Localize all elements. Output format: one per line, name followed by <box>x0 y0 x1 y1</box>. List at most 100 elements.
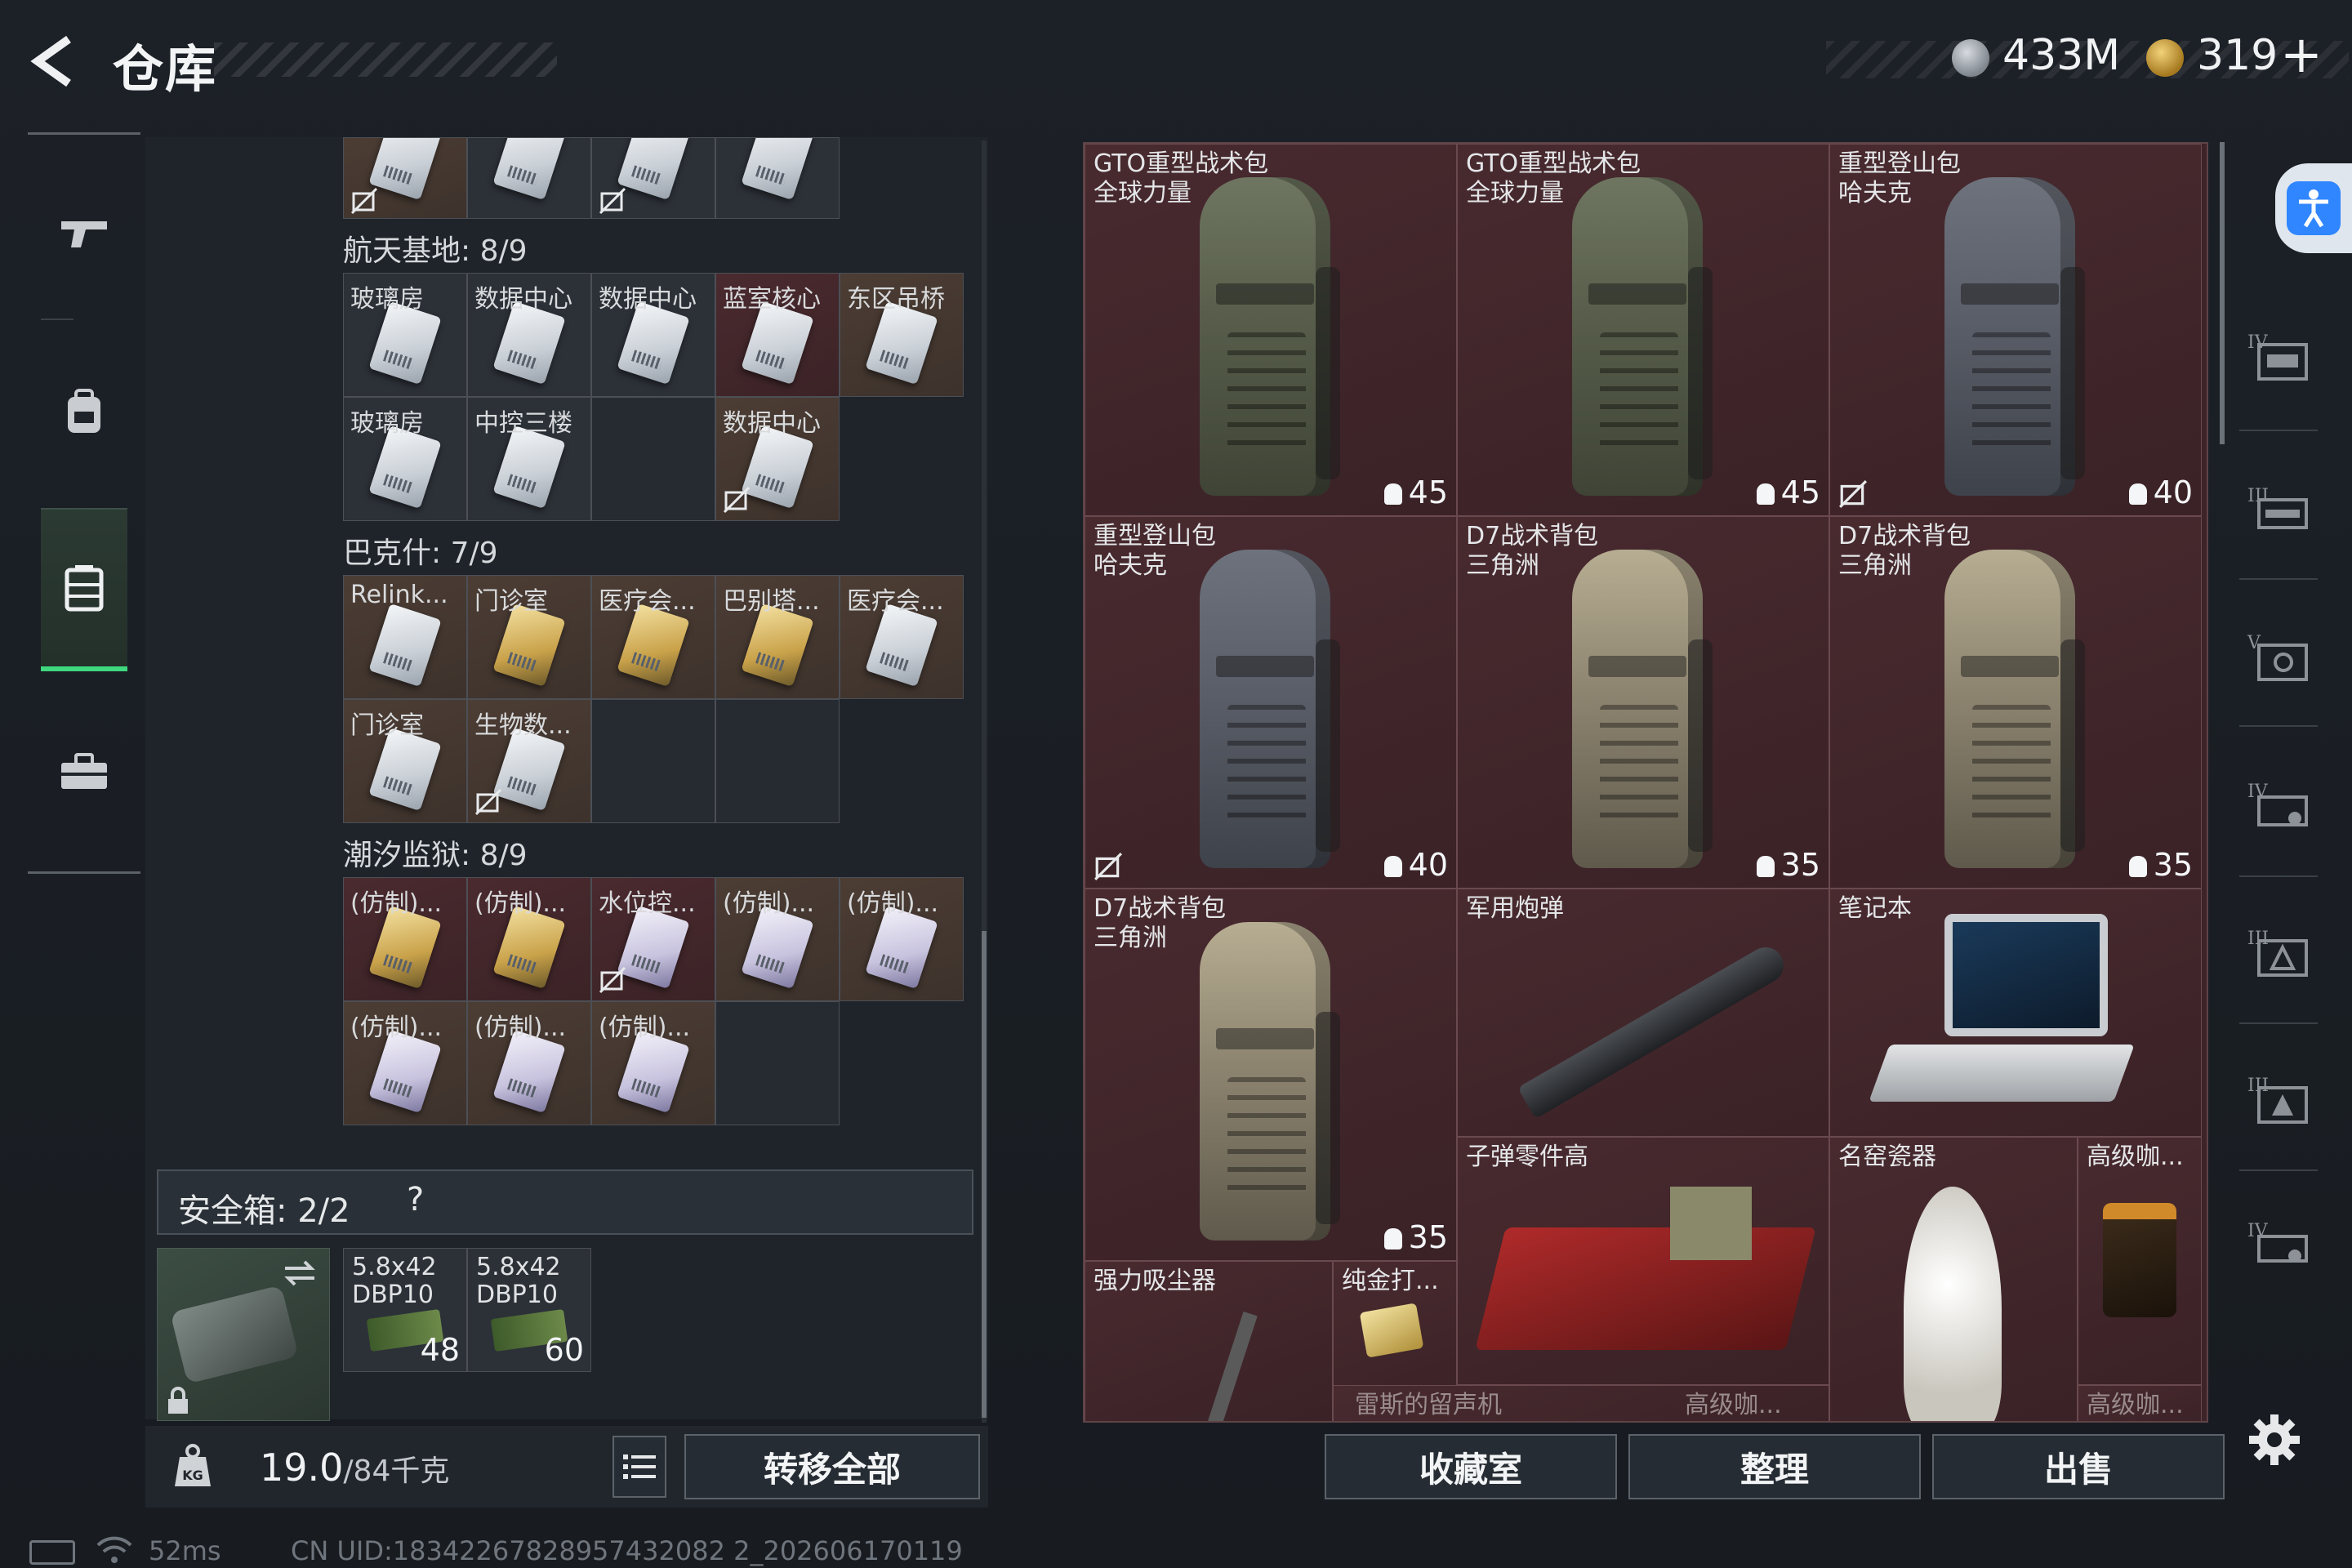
artillery-shell-item[interactable]: 军用炮弹 <box>1457 889 1829 1137</box>
case-tier-icon: III <box>2247 486 2308 529</box>
artillery-shell-image <box>1517 940 1790 1120</box>
no-lock-icon <box>1094 852 1123 881</box>
keycard-slot[interactable]: Relink... <box>343 575 467 699</box>
briefcase-icon <box>61 753 107 789</box>
laptop-item[interactable]: 笔记本 <box>1829 889 2202 1137</box>
ammo-slot[interactable]: 5.8x42 DBP10 48 <box>343 1248 467 1372</box>
keycard-slot[interactable]: 数据中心 <box>467 273 591 397</box>
backpack-item[interactable]: 重型登山包 哈夫克 40 <box>1085 516 1457 889</box>
keycard-slot[interactable]: 医疗会... <box>591 575 715 699</box>
keycard-icon <box>368 603 442 688</box>
filter-tier3-crate[interactable]: III <box>2238 1062 2319 1135</box>
keycard-label: (仿制)... <box>847 889 939 918</box>
stash-scrollbar-thumb[interactable] <box>982 931 987 1418</box>
keycard-label: 蓝室核心 <box>723 285 821 314</box>
safe-case-icon <box>170 1285 299 1384</box>
safe-box-help-button[interactable]: ? <box>407 1181 424 1218</box>
keycard-slot[interactable]: (仿制)... <box>343 1001 467 1125</box>
keycard-slot[interactable]: 东区吊桥 <box>840 273 964 397</box>
keycard-slot[interactable]: 门诊室 <box>467 575 591 699</box>
storage-scrollbar-thumb[interactable] <box>2220 142 2225 444</box>
tool-divider <box>2239 1022 2318 1024</box>
keycard-icon <box>617 138 690 201</box>
keycard-label: 生物数... <box>474 711 572 740</box>
keycard-slot[interactable]: 医疗会... <box>840 575 964 699</box>
safe-box-container[interactable] <box>157 1248 330 1421</box>
accessibility-button[interactable] <box>2275 163 2352 253</box>
list-view-button[interactable] <box>612 1436 666 1498</box>
porcelain-item[interactable]: 名窑瓷器 <box>1829 1137 2078 1421</box>
filter-tier3-case[interactable]: III <box>2238 472 2319 546</box>
category-tools[interactable] <box>41 694 127 849</box>
item-capacity-value: 35 <box>2153 847 2193 883</box>
keycard-slot[interactable]: (仿制)... <box>715 877 840 1001</box>
storage-grid[interactable]: GTO重型战术包 全球力量 45 GTO重型战术包 全球力量 45 重型登山包 … <box>1083 142 2208 1423</box>
settings-gear-icon[interactable] <box>2246 1411 2303 1468</box>
coffee-item[interactable]: 高级咖... <box>2078 1137 2202 1385</box>
filter-tier5-case[interactable]: V <box>2238 619 2319 693</box>
keycard-slot[interactable]: 水位控... <box>591 877 715 1001</box>
item-name: D7战术背包 三角洲 <box>1838 522 1971 580</box>
swap-icon <box>284 1260 315 1286</box>
ammo-slot[interactable]: 5.8x42 DBP10 60 <box>467 1248 591 1372</box>
item-name: 重型登山包 哈夫克 <box>1838 149 1961 207</box>
keycard-slot[interactable]: 数据中心 <box>715 397 840 521</box>
backpack-item[interactable]: D7战术背包 三角洲 35 <box>1829 516 2202 889</box>
sell-button[interactable]: 出售 <box>1932 1434 2225 1499</box>
item-name: 军用炮弹 <box>1466 894 1564 923</box>
keycard-slot[interactable] <box>715 137 840 219</box>
capacity-icon <box>1383 1228 1402 1250</box>
laptop-keyboard-image <box>1869 1045 2135 1102</box>
backpack-item[interactable]: D7战术背包 三角洲 35 <box>1085 889 1457 1261</box>
silver-coin-icon <box>1952 39 1989 77</box>
empty-slot <box>715 1001 840 1125</box>
keycard-slot[interactable]: 数据中心 <box>591 273 715 397</box>
transfer-all-button[interactable]: 转移全部 <box>684 1434 980 1499</box>
category-storage[interactable] <box>41 508 127 671</box>
backpack-item[interactable]: GTO重型战术包 全球力量 45 <box>1457 144 1829 516</box>
svg-text:KG: KG <box>182 1468 203 1483</box>
keycard-slot[interactable]: 中控三楼 <box>467 397 591 521</box>
keycard-slot[interactable] <box>591 137 715 219</box>
backpack-item[interactable]: D7战术背包 三角洲 35 <box>1457 516 1829 889</box>
add-currency-button[interactable]: + <box>2280 24 2323 84</box>
keycard-slot[interactable]: 生物数... <box>467 699 591 823</box>
list-icon <box>623 1454 656 1479</box>
keycard-slot[interactable] <box>467 137 591 219</box>
gold-currency-amount: 319 <box>2197 31 2278 80</box>
category-equipment[interactable] <box>41 335 127 490</box>
item-name: D7战术背包 三角洲 <box>1094 894 1227 952</box>
keycard-icon <box>741 138 814 201</box>
vacuum-item[interactable]: 强力吸尘器 <box>1085 1261 1333 1421</box>
collection-room-button[interactable]: 收藏室 <box>1325 1434 1617 1499</box>
ammo-count: 60 <box>544 1332 584 1368</box>
keycard-slot[interactable]: (仿制)... <box>467 1001 591 1125</box>
keycard-slot[interactable]: (仿制)... <box>467 877 591 1001</box>
filter-tier4-container[interactable]: IV <box>2238 1207 2319 1281</box>
organize-button[interactable]: 整理 <box>1628 1434 1921 1499</box>
backpack-icon <box>68 389 100 433</box>
carry-weight-max: /84千克 <box>343 1454 450 1488</box>
item-capacity: 40 <box>2128 474 2193 510</box>
back-button[interactable] <box>24 33 90 90</box>
keycard-label: 巴别塔... <box>723 587 820 616</box>
keycard-slot[interactable]: 巴别塔... <box>715 575 840 699</box>
filter-tier4-box[interactable]: IV <box>2238 768 2319 841</box>
backpack-item[interactable]: GTO重型战术包 全球力量 45 <box>1085 144 1457 516</box>
keycard-slot[interactable]: 玻璃房 <box>343 273 467 397</box>
keycard-slot[interactable]: (仿制)... <box>840 877 964 1001</box>
category-weapons[interactable] <box>41 155 127 310</box>
keycard-slot[interactable]: 门诊室 <box>343 699 467 823</box>
coffee-item[interactable]: 高级咖... <box>2078 1385 2202 1421</box>
gramophone-item[interactable]: 雷斯的留声机 高级咖... <box>1333 1385 1829 1421</box>
filter-tier4-case[interactable]: IV <box>2238 318 2319 392</box>
keycard-slot[interactable] <box>343 137 467 219</box>
keycard-slot[interactable]: (仿制)... <box>343 877 467 1001</box>
keycard-slot[interactable]: 蓝室核心 <box>715 273 840 397</box>
ammo-parts-item[interactable]: 子弹零件高 <box>1457 1137 1829 1385</box>
keycard-slot[interactable]: 玻璃房 <box>343 397 467 521</box>
filter-tier3-box[interactable]: III <box>2238 915 2319 988</box>
backpack-item[interactable]: 重型登山包 哈夫克 40 <box>1829 144 2202 516</box>
keycard-slot[interactable]: (仿制)... <box>591 1001 715 1125</box>
keycard-label: (仿制)... <box>474 889 567 918</box>
